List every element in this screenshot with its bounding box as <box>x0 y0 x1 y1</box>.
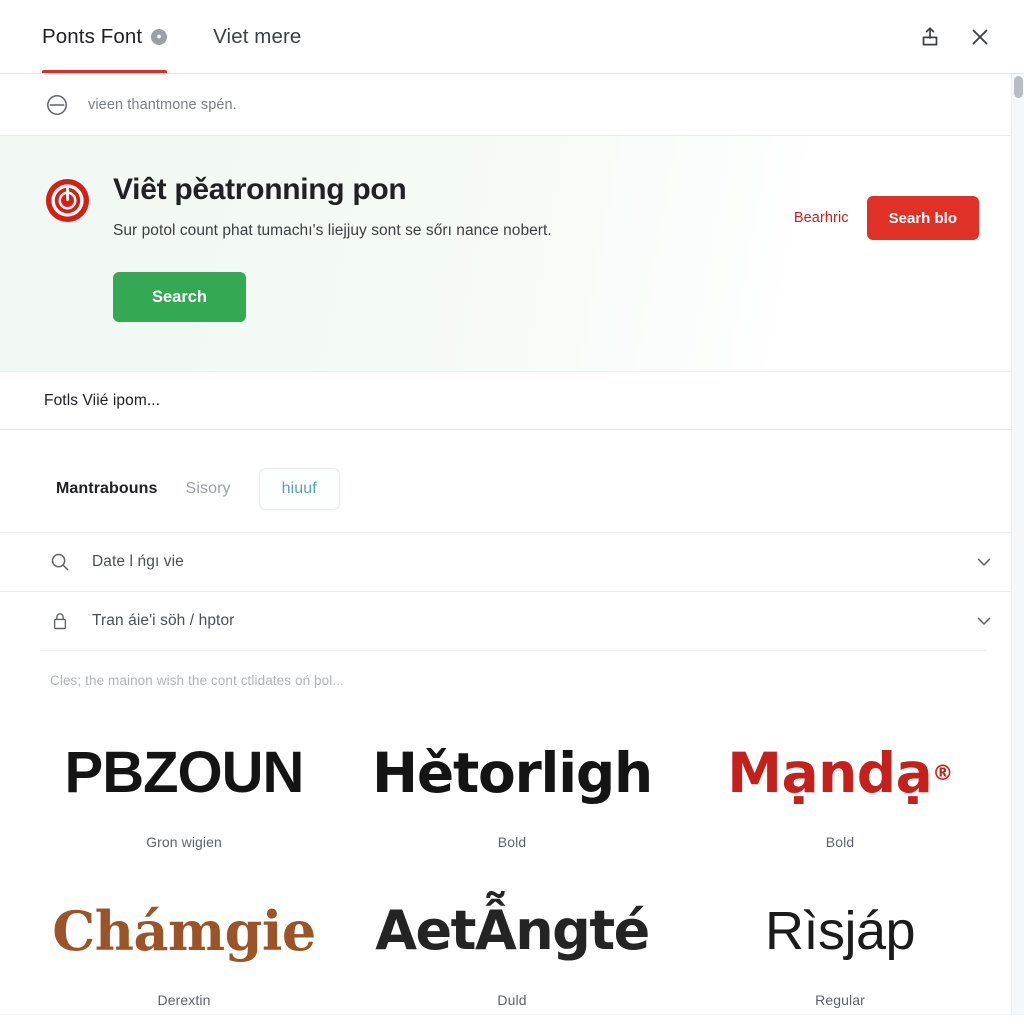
hero-actions: Bearhric Searh blo <box>794 196 1024 240</box>
specimen-card-2[interactable]: Hětorligh Bold <box>348 712 676 864</box>
minus-circle-icon <box>44 92 70 118</box>
specimen-caption-5: Duld <box>497 992 527 1008</box>
share-icon[interactable] <box>916 23 944 51</box>
specimen-caption-3: Bold <box>825 834 855 850</box>
power-shield-icon <box>44 177 91 224</box>
hero-text-block: Viêt pěatronning pon Sur potol count pha… <box>113 173 794 322</box>
sub-tab-row: Mantrabouns Sisory hiuuf <box>0 430 1024 532</box>
specimen-card-4[interactable]: Chámgie Derextin <box>20 870 348 1022</box>
hint-text: Cles; the mainon wish the cont ctlidates… <box>50 673 344 688</box>
lock-icon <box>50 611 70 631</box>
hero-banner: Viêt pěatronning pon Sur potol count pha… <box>0 136 1024 372</box>
tab-ponts-font-label: Ponts Font <box>42 24 143 48</box>
accordion-row-date-label: Date l ńgı vie <box>92 553 184 570</box>
chevron-down-icon[interactable] <box>974 552 994 572</box>
tab-list: Ponts Font ● Viet mere <box>42 0 347 73</box>
specimen-sample-1: PBZOUN <box>64 740 305 805</box>
accordion-row-tran-label: Tran áie'i söh / hptor <box>92 612 235 629</box>
search-icon <box>50 552 70 572</box>
tab-active-underline <box>42 70 168 73</box>
hero-searh-blo-button[interactable]: Searh blo <box>866 196 979 240</box>
subtab-sisory[interactable]: Sisory <box>180 471 237 507</box>
tab-viet-mere-label: Viet mere <box>213 24 302 48</box>
app-window: Ponts Font ● Viet mere vieen thantmone s… <box>0 0 1024 1024</box>
specimen-sample-3-wrap: Mạndạ ® <box>727 730 953 816</box>
specimen-caption-4: Derextin <box>157 992 211 1008</box>
specimen-card-6[interactable]: Rìsjáp Regular <box>676 870 1004 1022</box>
chevron-down-icon[interactable] <box>974 611 994 631</box>
vertical-scrollbar-track[interactable] <box>1011 74 1024 1024</box>
font-specimen-grid: PBZOUN Gron wigien Hětorligh Bold Mạnda… <box>0 688 1024 1022</box>
hero-search-button[interactable]: Search <box>113 272 246 322</box>
accordion-row-date[interactable]: Date l ńgı vie <box>0 532 1024 591</box>
vertical-scrollbar-thumb[interactable] <box>1014 76 1023 98</box>
caption-strip: Fotls Viié ipom... <box>0 372 1024 430</box>
specimen-sample-3: Mạndạ <box>727 740 933 805</box>
specimen-sample-2: Hětorligh <box>372 740 653 805</box>
filter-bar-text: vieen thantmone spén. <box>88 96 237 113</box>
tab-viet-mere[interactable]: Viet mere <box>213 0 323 73</box>
tab-bar-actions <box>916 23 1006 51</box>
hero-title: Viêt pěatronning pon <box>113 173 407 206</box>
specimen-card-1[interactable]: PBZOUN Gron wigien <box>20 712 348 864</box>
caption-strip-text: Fotls Viié ipom... <box>44 391 161 409</box>
specimen-caption-1: Gron wigien <box>146 834 222 850</box>
specimen-caption-2: Bold <box>497 834 527 850</box>
specimen-sample-4: Chámgie <box>52 899 316 963</box>
hero-subtitle: Sur potol count phat tumachı's liejjuy s… <box>113 222 552 239</box>
subtab-mantrabouns[interactable]: Mantrabouns <box>50 471 172 507</box>
hero-secondary-link[interactable]: Bearhric <box>794 210 849 226</box>
close-icon[interactable] <box>966 23 994 51</box>
window-bottom-edge <box>0 1014 1024 1024</box>
specimen-caption-6: Regular <box>815 992 865 1008</box>
subtab-hiuuf[interactable]: hiuuf <box>258 468 340 510</box>
registered-mark-icon: ® <box>932 760 953 785</box>
specimen-card-5[interactable]: AetẪngté Duld <box>348 870 676 1022</box>
hero-content: Viêt pěatronning pon Sur potol count pha… <box>0 136 794 322</box>
tab-ponts-font[interactable]: Ponts Font ● <box>42 0 189 73</box>
specimen-sample-6: Rìsjáp <box>764 901 916 961</box>
specimen-sample-5: AetẪngté <box>375 899 650 962</box>
filter-bar[interactable]: vieen thantmone spén. <box>0 74 1024 136</box>
tab-ponts-font-badge: ● <box>151 28 168 45</box>
accordion-row-tran[interactable]: Tran áie'i söh / hptor <box>0 591 1024 650</box>
tab-bar: Ponts Font ● Viet mere <box>0 0 1024 74</box>
specimen-card-3[interactable]: Mạndạ ® Bold <box>676 712 1004 864</box>
